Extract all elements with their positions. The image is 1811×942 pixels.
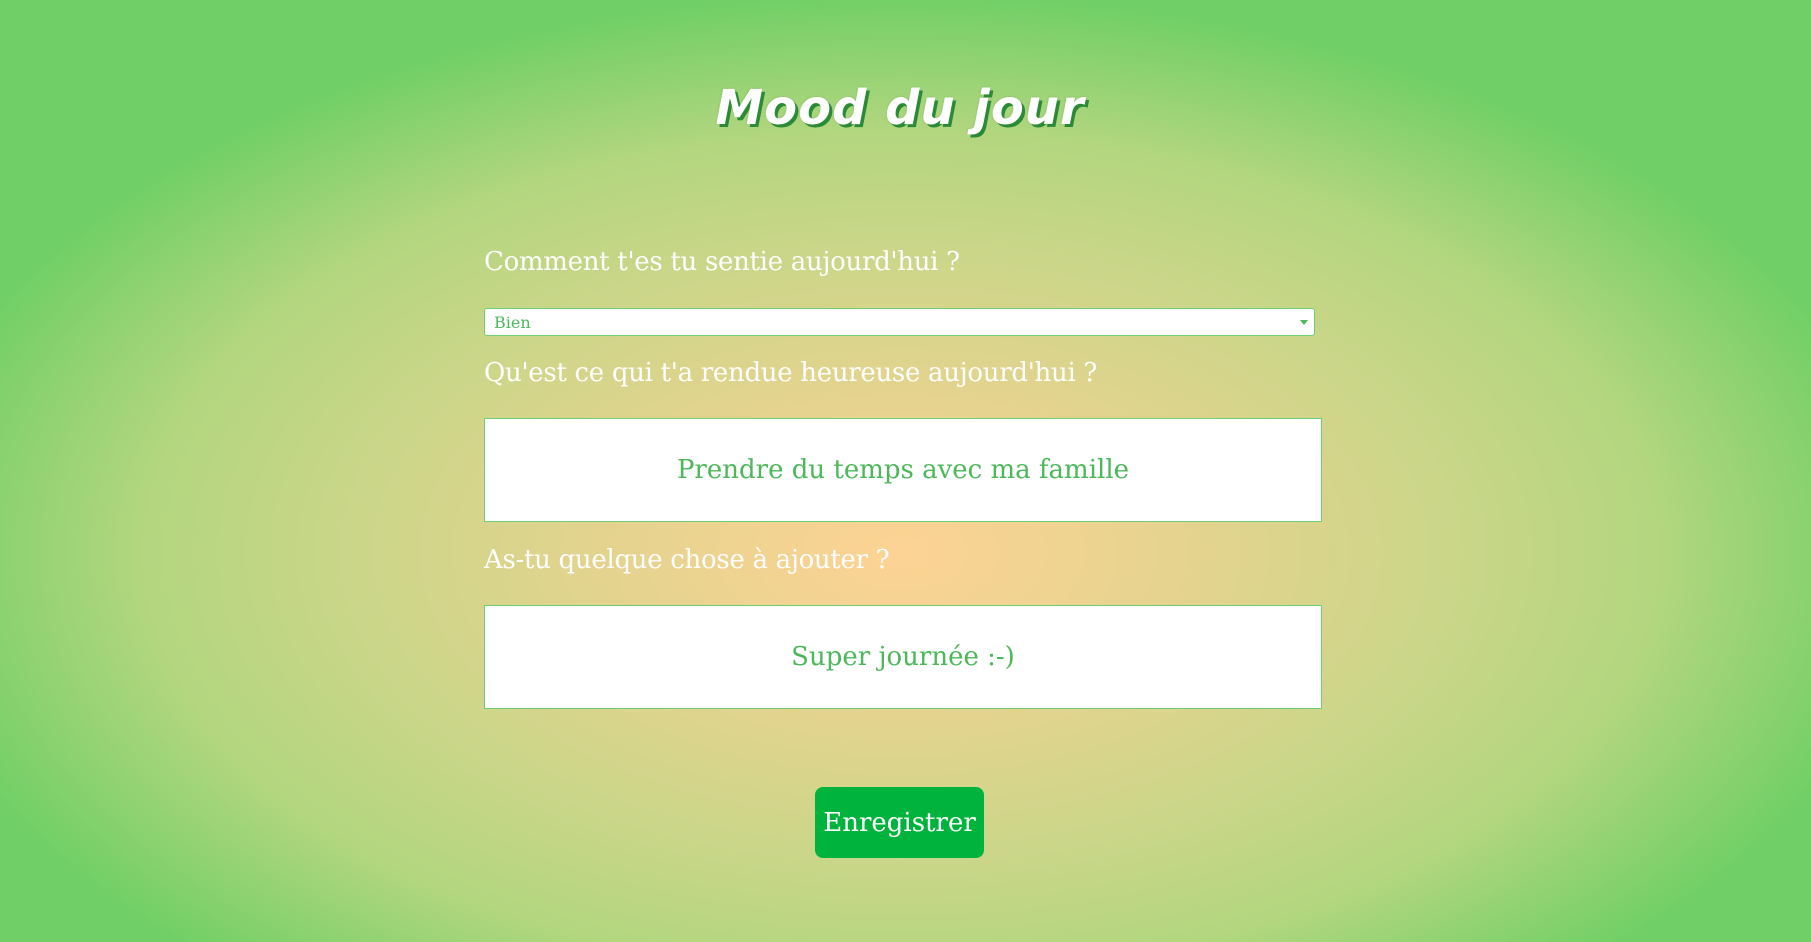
happy-question-label: Qu'est ce qui t'a rendue heureuse aujour… xyxy=(484,358,1098,388)
extra-textarea-value: Super journée :-) xyxy=(791,642,1015,672)
extra-question-label: As-tu quelque chose à ajouter ? xyxy=(484,545,890,575)
happy-textarea-value: Prendre du temps avec ma famille xyxy=(676,455,1130,485)
extra-textarea[interactable]: Super journée :-) xyxy=(484,605,1322,709)
save-button[interactable]: Enregistrer xyxy=(815,787,984,858)
page-title: Mood du jour xyxy=(715,80,1085,136)
mood-select[interactable]: Bien xyxy=(484,308,1315,336)
mood-select-value: Bien xyxy=(494,313,531,332)
happy-textarea[interactable]: Prendre du temps avec ma famille xyxy=(484,418,1322,522)
chevron-down-icon xyxy=(1300,320,1308,325)
mood-question-label: Comment t'es tu sentie aujourd'hui ? xyxy=(484,247,960,277)
page-background: Mood du jour Comment t'es tu sentie aujo… xyxy=(0,0,1811,942)
